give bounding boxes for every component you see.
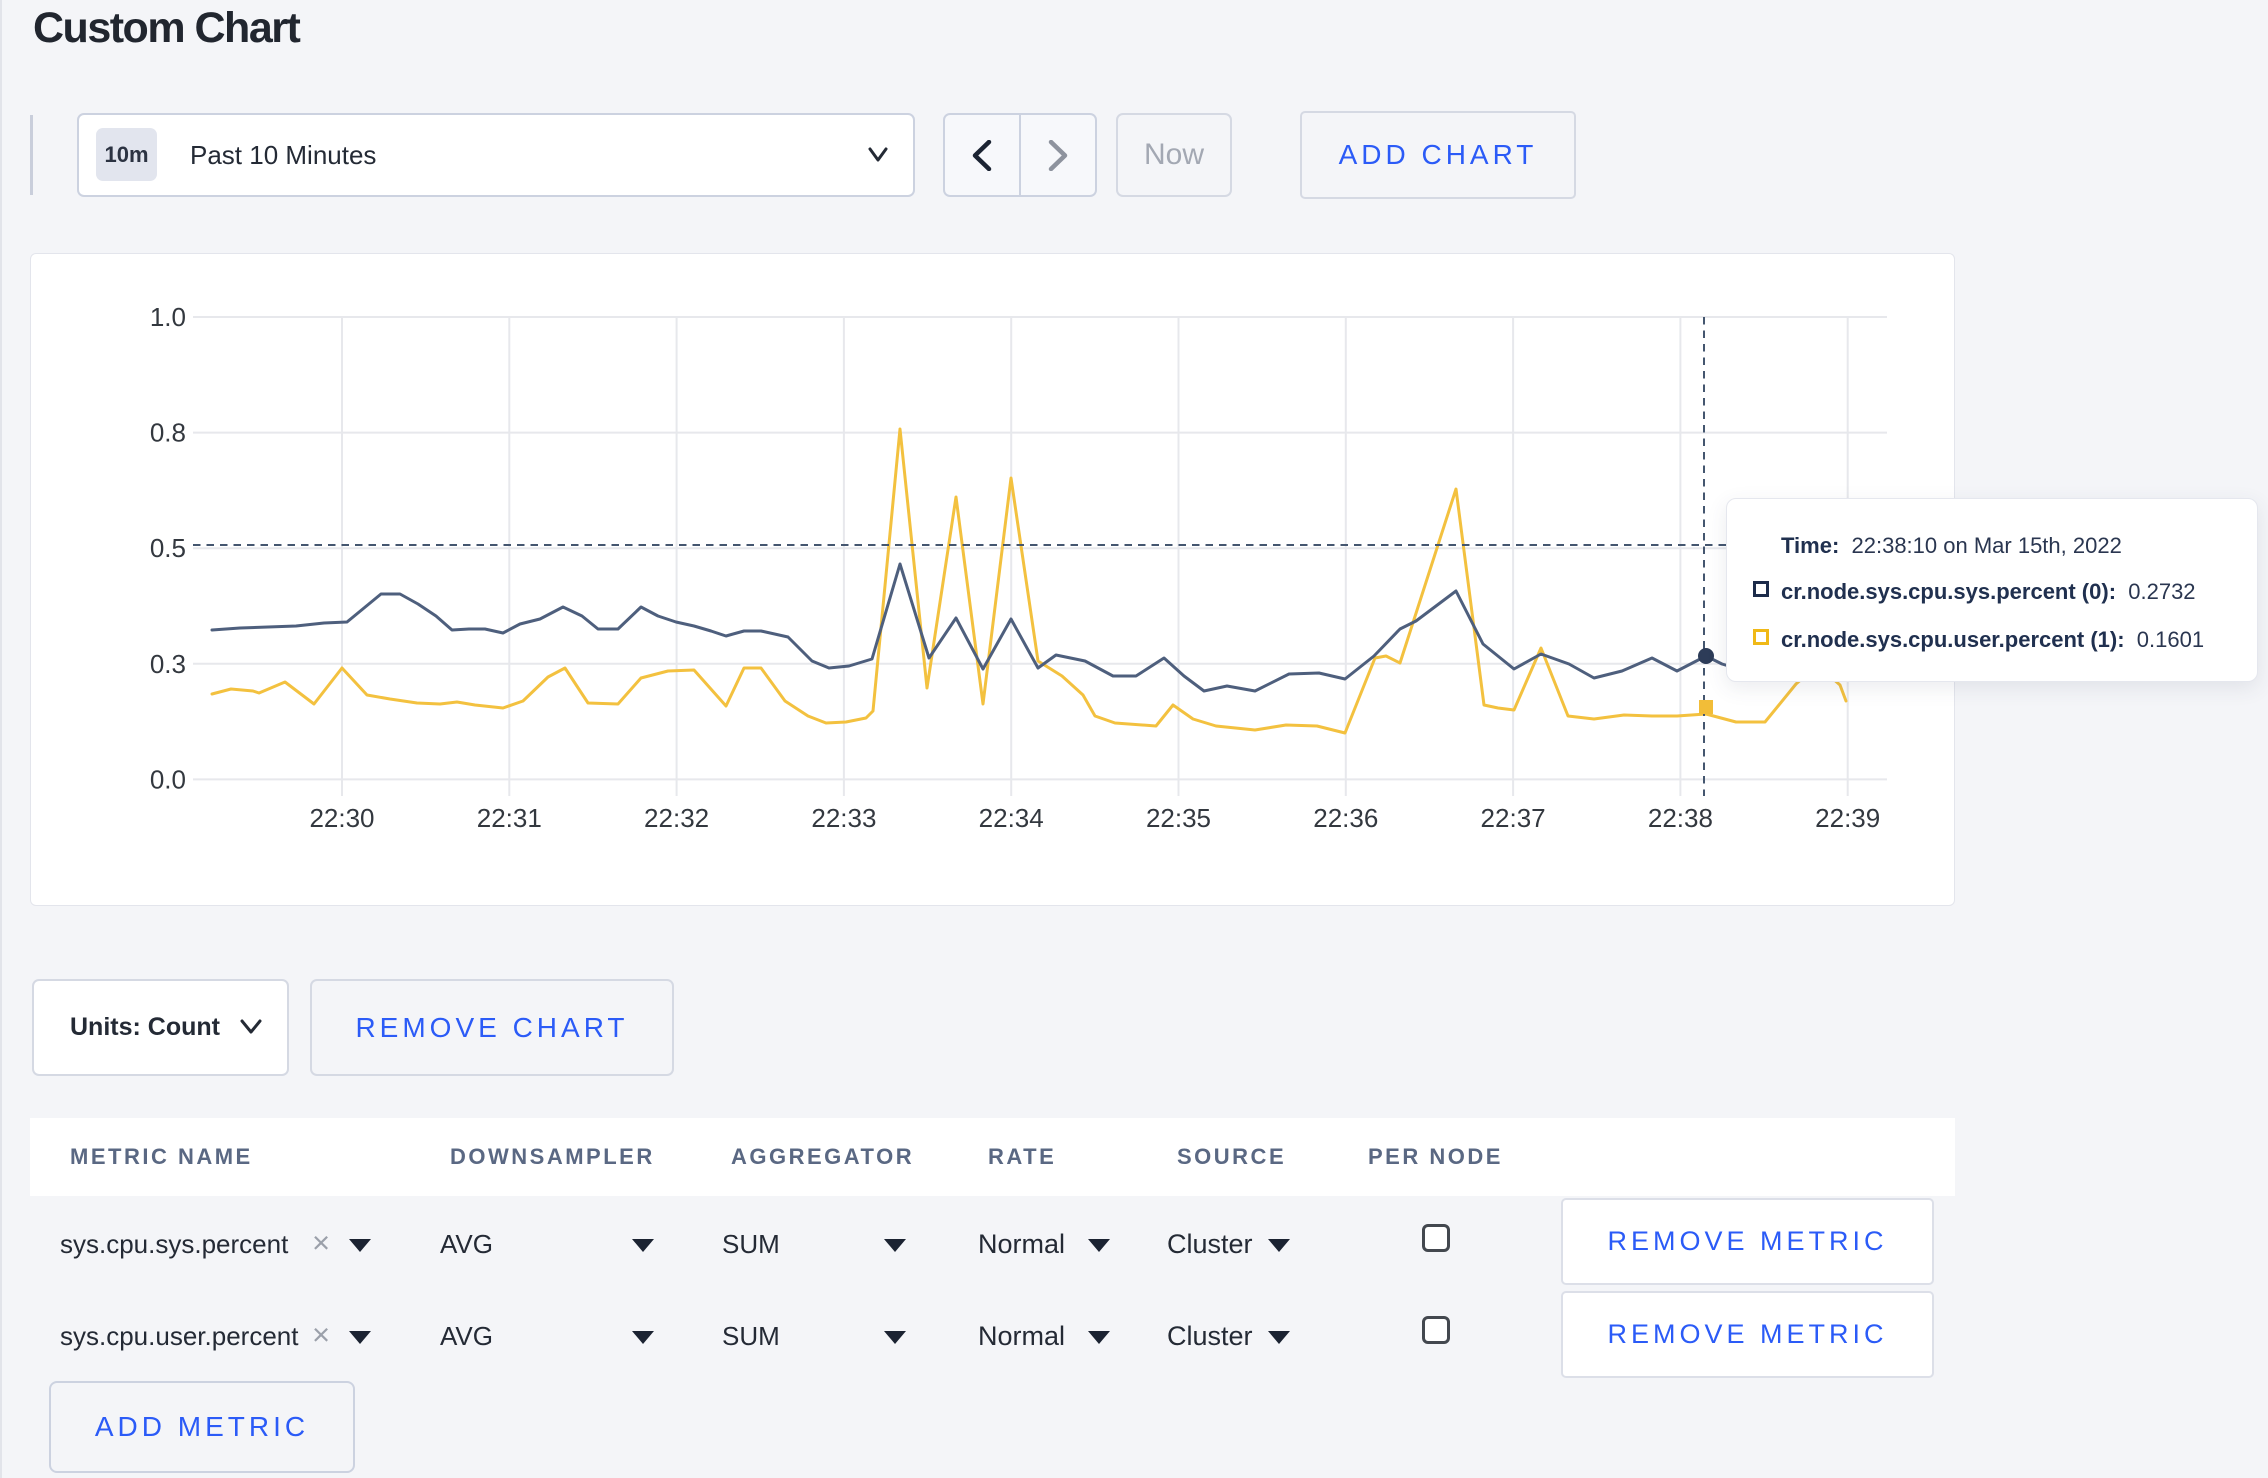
svg-text:22:36: 22:36: [1313, 803, 1378, 833]
svg-text:22:38: 22:38: [1648, 803, 1713, 833]
svg-text:22:34: 22:34: [979, 803, 1044, 833]
svg-text:22:31: 22:31: [477, 803, 542, 833]
svg-text:0.8: 0.8: [150, 418, 186, 448]
svg-text:0.5: 0.5: [150, 533, 186, 563]
svg-text:22:39: 22:39: [1815, 803, 1880, 833]
svg-text:1.0: 1.0: [150, 302, 186, 332]
svg-text:0.0: 0.0: [150, 764, 186, 794]
svg-text:22:35: 22:35: [1146, 803, 1211, 833]
svg-text:22:37: 22:37: [1481, 803, 1546, 833]
svg-text:22:32: 22:32: [644, 803, 709, 833]
svg-text:22:33: 22:33: [811, 803, 876, 833]
svg-text:0.3: 0.3: [150, 649, 186, 679]
svg-text:22:30: 22:30: [309, 803, 374, 833]
